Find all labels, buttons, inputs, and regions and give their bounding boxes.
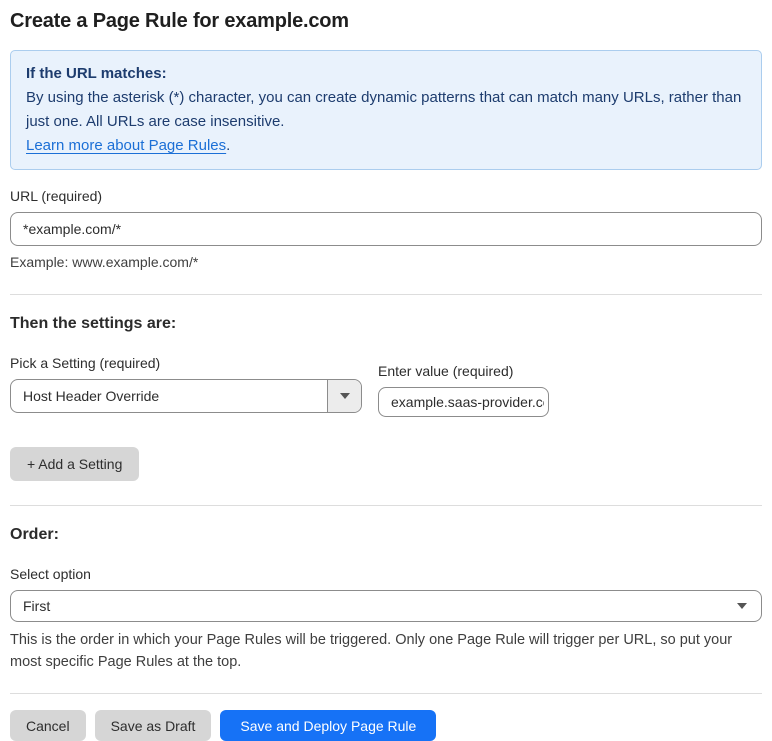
enter-value-label: Enter value (required) bbox=[378, 363, 514, 379]
add-setting-button[interactable]: + Add a Setting bbox=[10, 447, 140, 481]
info-box-heading: If the URL matches: bbox=[26, 65, 167, 82]
order-select-value: First bbox=[23, 598, 51, 614]
setting-value-input[interactable] bbox=[378, 387, 549, 417]
cancel-button[interactable]: Cancel bbox=[10, 710, 86, 741]
info-link-line: Learn more about Page Rules. bbox=[26, 134, 746, 158]
setting-select[interactable]: Host Header Override bbox=[10, 379, 362, 413]
url-field-group: URL (required) Example: www.example.com/… bbox=[10, 188, 762, 270]
setting-select-arrow-button[interactable] bbox=[327, 380, 361, 412]
link-period: . bbox=[226, 137, 231, 154]
url-match-info-box: If the URL matches: By using the asteris… bbox=[10, 50, 762, 170]
footer-actions: Cancel Save as Draft Save and Deploy Pag… bbox=[10, 710, 762, 741]
info-box-body: By using the asterisk (*) character, you… bbox=[26, 89, 742, 130]
order-section-heading: Order: bbox=[10, 526, 59, 543]
setting-value-group: Enter value (required) bbox=[378, 355, 549, 417]
order-helper-text: This is the order in which your Page Rul… bbox=[10, 632, 733, 670]
save-deploy-button[interactable]: Save and Deploy Page Rule bbox=[220, 710, 437, 741]
order-select-label: Select option bbox=[10, 566, 91, 582]
divider bbox=[10, 505, 762, 506]
divider bbox=[10, 294, 762, 295]
setting-select-value: Host Header Override bbox=[23, 388, 160, 404]
divider bbox=[10, 693, 762, 694]
save-draft-button[interactable]: Save as Draft bbox=[94, 710, 212, 741]
chevron-down-icon bbox=[737, 603, 747, 609]
order-select[interactable]: First bbox=[10, 590, 762, 622]
page-title: Create a Page Rule for example.com bbox=[10, 10, 349, 32]
setting-picker-label: Pick a Setting (required) bbox=[10, 355, 161, 371]
url-label: URL (required) bbox=[10, 188, 103, 204]
url-input[interactable] bbox=[10, 212, 762, 246]
settings-section-heading: Then the settings are: bbox=[10, 315, 177, 332]
settings-row: Pick a Setting (required) Host Header Ov… bbox=[10, 355, 762, 417]
create-page-rule-form: Create a Page Rule for example.com If th… bbox=[0, 0, 772, 741]
learn-more-link[interactable]: Learn more about Page Rules bbox=[26, 137, 226, 154]
url-helper-text: Example: www.example.com/* bbox=[10, 254, 199, 270]
chevron-down-icon bbox=[339, 393, 350, 399]
setting-picker-group: Pick a Setting (required) Host Header Ov… bbox=[10, 355, 362, 413]
